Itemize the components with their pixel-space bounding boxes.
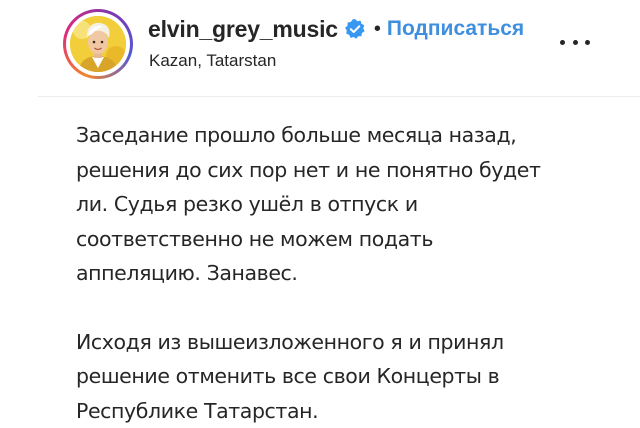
post-header: elvin_grey_music • Подписаться Kazan, Ta…: [0, 0, 640, 96]
more-dot: [572, 40, 578, 45]
separator-dot: •: [373, 17, 381, 40]
caption-line: Исходя из вышеизложенного я и принял: [76, 329, 504, 354]
caption-line: Заседание прошло больше месяца назад,: [76, 123, 517, 147]
username-link[interactable]: elvin_grey_music: [148, 16, 338, 43]
caption-line: ли. Судья резко ушёл в отпуск и: [76, 192, 418, 216]
username-row: elvin_grey_music • Подписаться: [148, 14, 524, 44]
caption-paragraph: Исходя из вышеизложенного я и принял реш…: [76, 325, 616, 428]
more-dot: [560, 40, 565, 45]
caption-line: решения до сих пор нет и не понятно буде…: [76, 157, 541, 182]
caption-line: аппеляцию. Занавес.: [76, 261, 298, 285]
more-options-icon[interactable]: [560, 40, 590, 48]
follow-button[interactable]: Подписаться: [387, 17, 524, 41]
location-link[interactable]: Kazan, Tatarstan: [149, 51, 276, 71]
caption-line: решение отменить все свои Концерты в: [76, 364, 500, 388]
post-page: elvin_grey_music • Подписаться Kazan, Ta…: [0, 0, 640, 428]
avatar-story-ring[interactable]: [63, 9, 133, 79]
post-caption: Заседание прошло больше месяца назад, ре…: [76, 118, 616, 428]
verified-badge-icon: [344, 18, 366, 40]
caption-paragraph: Заседание прошло больше месяца назад, ре…: [76, 118, 616, 291]
avatar[interactable]: [70, 16, 126, 72]
caption-line: соответственно не можем подать: [76, 226, 434, 251]
caption-line: Республике Татарстан.: [76, 398, 319, 423]
avatar-image: [70, 16, 126, 72]
header-divider: [38, 96, 640, 97]
more-dot: [585, 40, 590, 45]
avatar-ring-gap: [66, 12, 130, 76]
